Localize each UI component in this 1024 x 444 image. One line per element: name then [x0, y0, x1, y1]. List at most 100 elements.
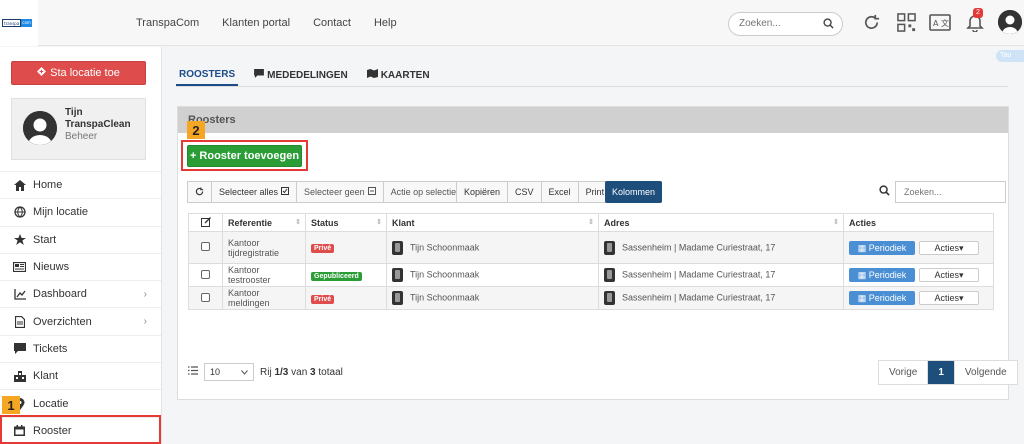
sidebar-item-locatie[interactable]: Locatie	[0, 389, 161, 416]
search-icon[interactable]	[823, 18, 834, 32]
translate-icon[interactable]: A文	[929, 13, 951, 35]
acties-dropdown[interactable]: Acties▾	[919, 291, 979, 305]
logo-text-2: com	[21, 19, 32, 27]
periodiek-button[interactable]: ▦ Periodiek	[849, 291, 915, 305]
svg-text:A: A	[933, 19, 939, 28]
adres-text: Sassenheim | Madame Curiestraat, 17	[622, 292, 776, 303]
page-size-select[interactable]: 10	[204, 363, 254, 381]
row-checkbox-cell[interactable]	[188, 231, 223, 264]
side-tab[interactable]: Tau	[996, 50, 1024, 62]
page-size-value: 10	[210, 367, 221, 377]
chevron-right-icon: ›	[143, 316, 147, 328]
table-search[interactable]	[895, 181, 1006, 203]
top-search[interactable]	[728, 12, 843, 36]
select-none-button[interactable]: Selecteer geen	[297, 182, 384, 202]
roosters-panel: Roosters + Rooster toevoegen Selecteer a…	[177, 106, 1018, 400]
checkbox-minus-icon	[367, 187, 376, 197]
sidebar-item-mijn-locatie[interactable]: Mijn locatie	[0, 198, 161, 225]
qr-code-icon[interactable]	[897, 13, 916, 35]
sidebar-item-dashboard[interactable]: Dashboard ›	[0, 280, 161, 307]
phone-icon	[604, 291, 615, 305]
header-label: Klant	[392, 217, 415, 228]
copy-button[interactable]: Kopiëren	[457, 182, 509, 202]
cell-adres: Sassenheim | Madame Curiestraat, 17	[598, 231, 844, 264]
periodiek-button[interactable]: ▦ Periodiek	[849, 268, 915, 282]
calendar-icon: ▦	[857, 242, 869, 253]
nav-contact[interactable]: Contact	[313, 17, 351, 29]
refresh-icon[interactable]	[862, 13, 881, 35]
cell-referentie: Kantoor testrooster	[222, 263, 306, 287]
row-checkbox[interactable]	[201, 242, 210, 251]
sidebar-item-label: Dashboard	[33, 288, 87, 301]
cell-klant: Tijn Schoonmaak	[386, 286, 599, 310]
cell-status: Gepubliceerd	[305, 263, 387, 287]
avatar[interactable]	[998, 10, 1022, 34]
logo[interactable]: transpa com	[0, 0, 38, 46]
periodiek-button[interactable]: ▦ Periodiek	[849, 240, 915, 255]
nav-help[interactable]: Help	[374, 17, 397, 29]
phone-icon	[604, 268, 615, 282]
page-1-button[interactable]: 1	[928, 361, 955, 384]
tab-kaarten[interactable]: KAARTEN	[364, 64, 433, 86]
cell-acties: ▦ Periodiek Acties▾	[843, 231, 994, 264]
table-row[interactable]: Kantoor tijdregistratie Privé Tijn Schoo…	[188, 231, 994, 264]
list-icon	[188, 366, 198, 378]
acties-dropdown[interactable]: Acties▾	[919, 268, 979, 282]
sidebar-item-tickets[interactable]: Tickets	[0, 334, 161, 362]
user-role: Beheer	[65, 131, 98, 142]
user-card: Tijn TranspaClean Beheer	[11, 98, 146, 160]
tab-mededelingen[interactable]: MEDEDELINGEN	[251, 64, 351, 86]
tab-label: MEDEDELINGEN	[267, 69, 348, 81]
table-row[interactable]: Kantoor testrooster Gepubliceerd Tijn Sc…	[188, 263, 994, 287]
periodiek-label: Periodiek	[868, 293, 907, 303]
header-label: Referentie	[228, 217, 273, 228]
diamond-icon	[37, 67, 47, 79]
table-search-input[interactable]	[896, 182, 1005, 202]
sidebar-item-nieuws[interactable]: Nieuws	[0, 252, 161, 280]
logo-text-1: transpa	[2, 19, 22, 27]
sidebar-item-label: Overzichten	[33, 315, 92, 328]
column-header-adres[interactable]: Adres ⇕	[598, 213, 844, 232]
tab-divider	[176, 86, 1008, 87]
sort-icon: ⇕	[295, 219, 301, 226]
refresh-button[interactable]	[188, 182, 212, 202]
pagination-info: 10 Rij 1/3 van 3 totaal	[188, 363, 343, 381]
notification-badge: 2	[973, 8, 983, 18]
column-header-status[interactable]: Status ⇕	[305, 213, 387, 232]
select-all-label: Selecteer alles	[219, 187, 279, 197]
next-page-button[interactable]: Volgende	[954, 361, 1017, 384]
select-all-button[interactable]: Selecteer alles	[212, 182, 298, 202]
row-checkbox[interactable]	[201, 292, 210, 302]
periodiek-label: Periodiek	[868, 242, 907, 253]
excel-button[interactable]: Excel	[542, 182, 579, 202]
row-checkbox-cell[interactable]	[188, 286, 223, 310]
klant-name: Tijn Schoonmaak	[410, 269, 480, 280]
nav-transpacom[interactable]: TranspaCom	[136, 17, 199, 29]
panel-title: Roosters	[178, 107, 1008, 133]
add-location-button[interactable]: Sta locatie toe	[11, 61, 146, 85]
cell-klant: Tijn Schoonmaak	[386, 263, 599, 287]
sidebar-item-home[interactable]: Home	[0, 171, 161, 198]
sidebar-item-klant[interactable]: Klant	[0, 362, 161, 389]
column-header-acties: Acties	[843, 213, 994, 232]
status-badge: Gepubliceerd	[311, 271, 362, 281]
sidebar-item-overzichten[interactable]: Overzichten ›	[0, 307, 161, 334]
column-header-klant[interactable]: Klant ⇕	[386, 213, 599, 232]
sidebar-item-start[interactable]: Start	[0, 225, 161, 253]
globe-icon	[13, 206, 26, 219]
top-search-input[interactable]	[739, 18, 819, 29]
nav-klanten-portal[interactable]: Klanten portal	[222, 17, 290, 29]
edit-column-header[interactable]	[188, 213, 223, 232]
chat-icon	[254, 69, 265, 81]
phone-icon	[392, 240, 403, 255]
acties-dropdown[interactable]: Acties▾	[919, 240, 979, 255]
previous-page-button[interactable]: Vorige	[879, 361, 929, 384]
table-row[interactable]: Kantoor meldingen Privé Tijn Schoonmaak …	[188, 286, 994, 310]
user-first-name: Tijn	[65, 107, 83, 118]
row-checkbox[interactable]	[201, 269, 210, 279]
column-header-referentie[interactable]: Referentie ⇕	[222, 213, 306, 232]
tab-roosters[interactable]: ROOSTERS	[176, 64, 239, 86]
csv-button[interactable]: CSV	[508, 182, 542, 202]
columns-button[interactable]: Kolommen	[605, 181, 662, 203]
row-checkbox-cell[interactable]	[188, 263, 223, 287]
